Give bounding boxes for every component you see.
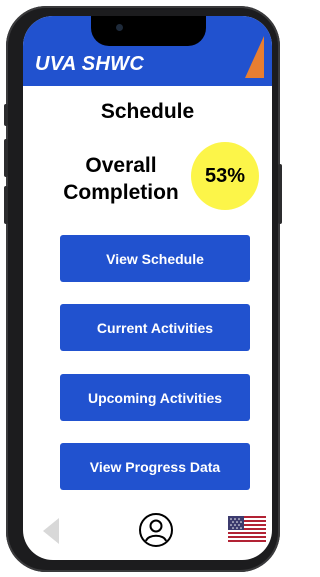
logo-mark-icon bbox=[245, 36, 264, 78]
completion-percentage-badge: 53% bbox=[191, 142, 259, 210]
current-activities-button[interactable]: Current Activities bbox=[60, 304, 250, 351]
upcoming-activities-button[interactable]: Upcoming Activities bbox=[60, 374, 250, 421]
app-brand: UVA SHWC bbox=[35, 53, 145, 75]
user-profile-icon[interactable] bbox=[138, 512, 174, 548]
completion-label-line1: Overall bbox=[85, 154, 157, 177]
page-title: Schedule bbox=[100, 100, 195, 123]
power-button bbox=[278, 164, 282, 224]
volume-down-button bbox=[4, 186, 8, 224]
volume-up-button bbox=[4, 139, 8, 177]
view-schedule-button[interactable]: View Schedule bbox=[60, 235, 250, 282]
camera-icon bbox=[116, 24, 123, 31]
mute-switch bbox=[4, 104, 8, 126]
back-triangle-icon[interactable] bbox=[43, 518, 59, 544]
device-notch bbox=[91, 16, 206, 46]
completion-label-line2: Completion bbox=[63, 181, 179, 204]
app-screen: UVA SHWC Schedule Overall Completion 53%… bbox=[23, 16, 272, 560]
completion-label: Overall Completion bbox=[51, 152, 191, 206]
view-progress-data-button[interactable]: View Progress Data bbox=[60, 443, 250, 490]
stage: UVA SHWC Schedule Overall Completion 53%… bbox=[0, 0, 288, 577]
us-flag-icon[interactable] bbox=[228, 516, 266, 542]
